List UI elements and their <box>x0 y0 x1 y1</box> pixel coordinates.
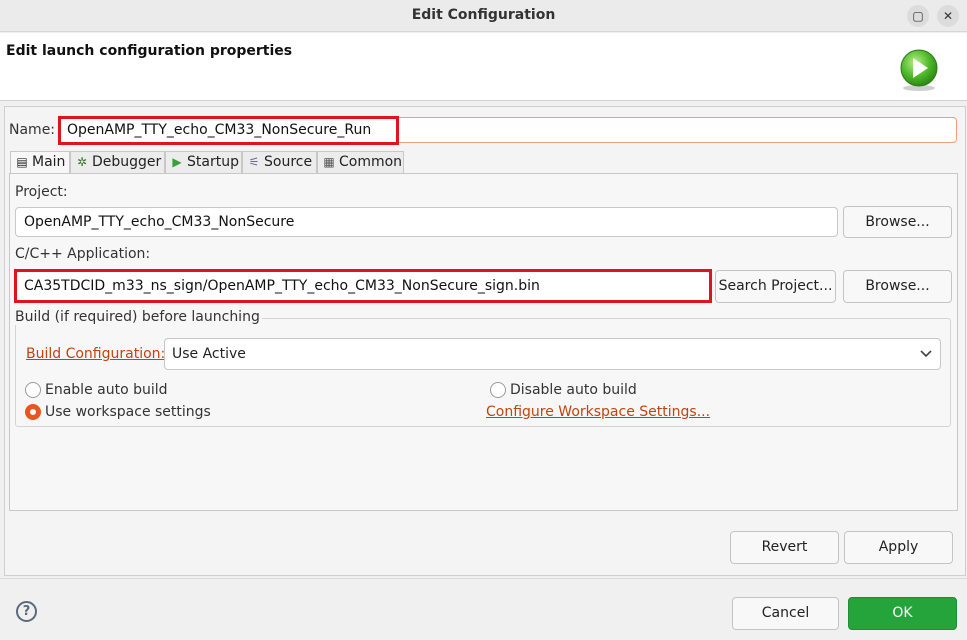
project-label: Project: <box>15 184 68 200</box>
tab-common[interactable]: ▦ Common <box>317 151 404 173</box>
bug-icon: ✲ <box>76 155 88 169</box>
build-configuration-select[interactable]: Use Active <box>164 338 941 370</box>
footer-separator <box>0 578 967 579</box>
use-workspace-settings-label: Use workspace settings <box>45 404 211 420</box>
project-input-value: OpenAMP_TTY_echo_CM33_NonSecure <box>24 214 295 230</box>
ok-button[interactable]: OK <box>848 597 957 630</box>
tab-debugger-label: Debugger <box>92 154 162 170</box>
common-icon: ▦ <box>323 155 335 169</box>
close-button[interactable]: ✕ <box>937 5 959 27</box>
source-icon: ⚟ <box>248 155 260 169</box>
search-project-button[interactable]: Search Project... <box>715 270 836 303</box>
name-input[interactable]: OpenAMP_TTY_echo_CM33_NonSecure_Run <box>58 117 957 143</box>
application-input[interactable]: CA35TDCID_m33_ns_sign/OpenAMP_TTY_echo_C… <box>15 271 711 302</box>
help-icon[interactable]: ? <box>16 601 37 622</box>
cancel-button[interactable]: Cancel <box>732 597 839 630</box>
window-title: Edit Configuration <box>411 7 556 23</box>
title-bar: Edit Configuration ▢ ✕ <box>0 0 967 32</box>
build-configuration-link[interactable]: Build Configuration: <box>26 346 165 362</box>
browse-application-button[interactable]: Browse... <box>843 270 952 303</box>
name-input-value: OpenAMP_TTY_echo_CM33_NonSecure_Run <box>67 122 372 138</box>
configure-workspace-settings-link[interactable]: Configure Workspace Settings... <box>486 404 710 420</box>
name-label: Name: <box>9 122 56 138</box>
maximize-button[interactable]: ▢ <box>907 5 929 27</box>
play-icon: ▶ <box>172 155 182 169</box>
tab-main[interactable]: ▤ Main <box>10 151 70 174</box>
build-group-title: Build (if required) before launching <box>15 309 262 325</box>
header-title: Edit launch configuration properties <box>6 43 293 59</box>
use-workspace-settings-radio[interactable] <box>25 404 41 420</box>
application-input-value: CA35TDCID_m33_ns_sign/OpenAMP_TTY_echo_C… <box>24 278 540 294</box>
disable-auto-build-label: Disable auto build <box>510 382 637 398</box>
tab-source-label: Source <box>264 154 313 170</box>
chevron-down-icon <box>920 350 932 358</box>
tab-common-label: Common <box>339 154 403 170</box>
tab-source[interactable]: ⚟ Source <box>242 151 317 173</box>
run-icon <box>900 49 938 91</box>
project-input[interactable]: OpenAMP_TTY_echo_CM33_NonSecure <box>15 207 838 237</box>
tab-debugger[interactable]: ✲ Debugger <box>70 151 165 173</box>
application-label: C/C++ Application: <box>15 246 151 262</box>
page-icon: ▤ <box>16 155 28 169</box>
apply-button[interactable]: Apply <box>844 531 953 564</box>
disable-auto-build-radio[interactable] <box>490 382 506 398</box>
tab-startup-label: Startup <box>187 154 239 170</box>
enable-auto-build-radio[interactable] <box>25 382 41 398</box>
enable-auto-build-label: Enable auto build <box>45 382 168 398</box>
dialog-header: Edit launch configuration properties <box>0 33 967 101</box>
browse-project-button[interactable]: Browse... <box>843 206 952 238</box>
build-configuration-value: Use Active <box>172 346 246 362</box>
revert-button[interactable]: Revert <box>730 531 839 564</box>
tab-main-label: Main <box>32 154 66 170</box>
tab-startup[interactable]: ▶ Startup <box>165 151 242 173</box>
